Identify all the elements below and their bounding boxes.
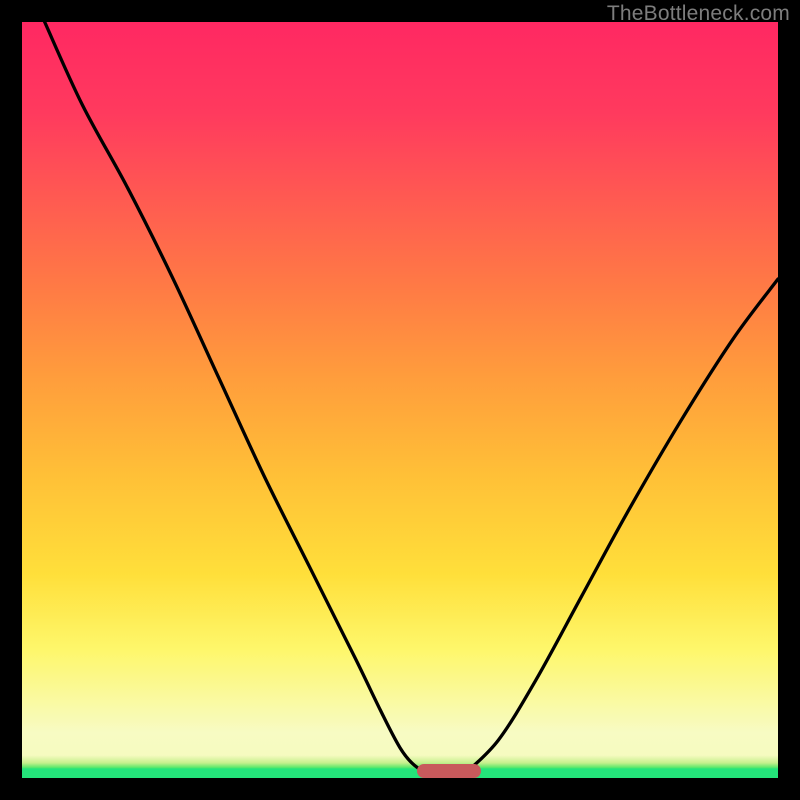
- plot-area: [22, 22, 778, 778]
- optimal-marker: [417, 764, 481, 778]
- watermark-text: TheBottleneck.com: [607, 2, 790, 26]
- chart-frame: TheBottleneck.com: [0, 0, 800, 800]
- bottleneck-curve: [22, 22, 778, 778]
